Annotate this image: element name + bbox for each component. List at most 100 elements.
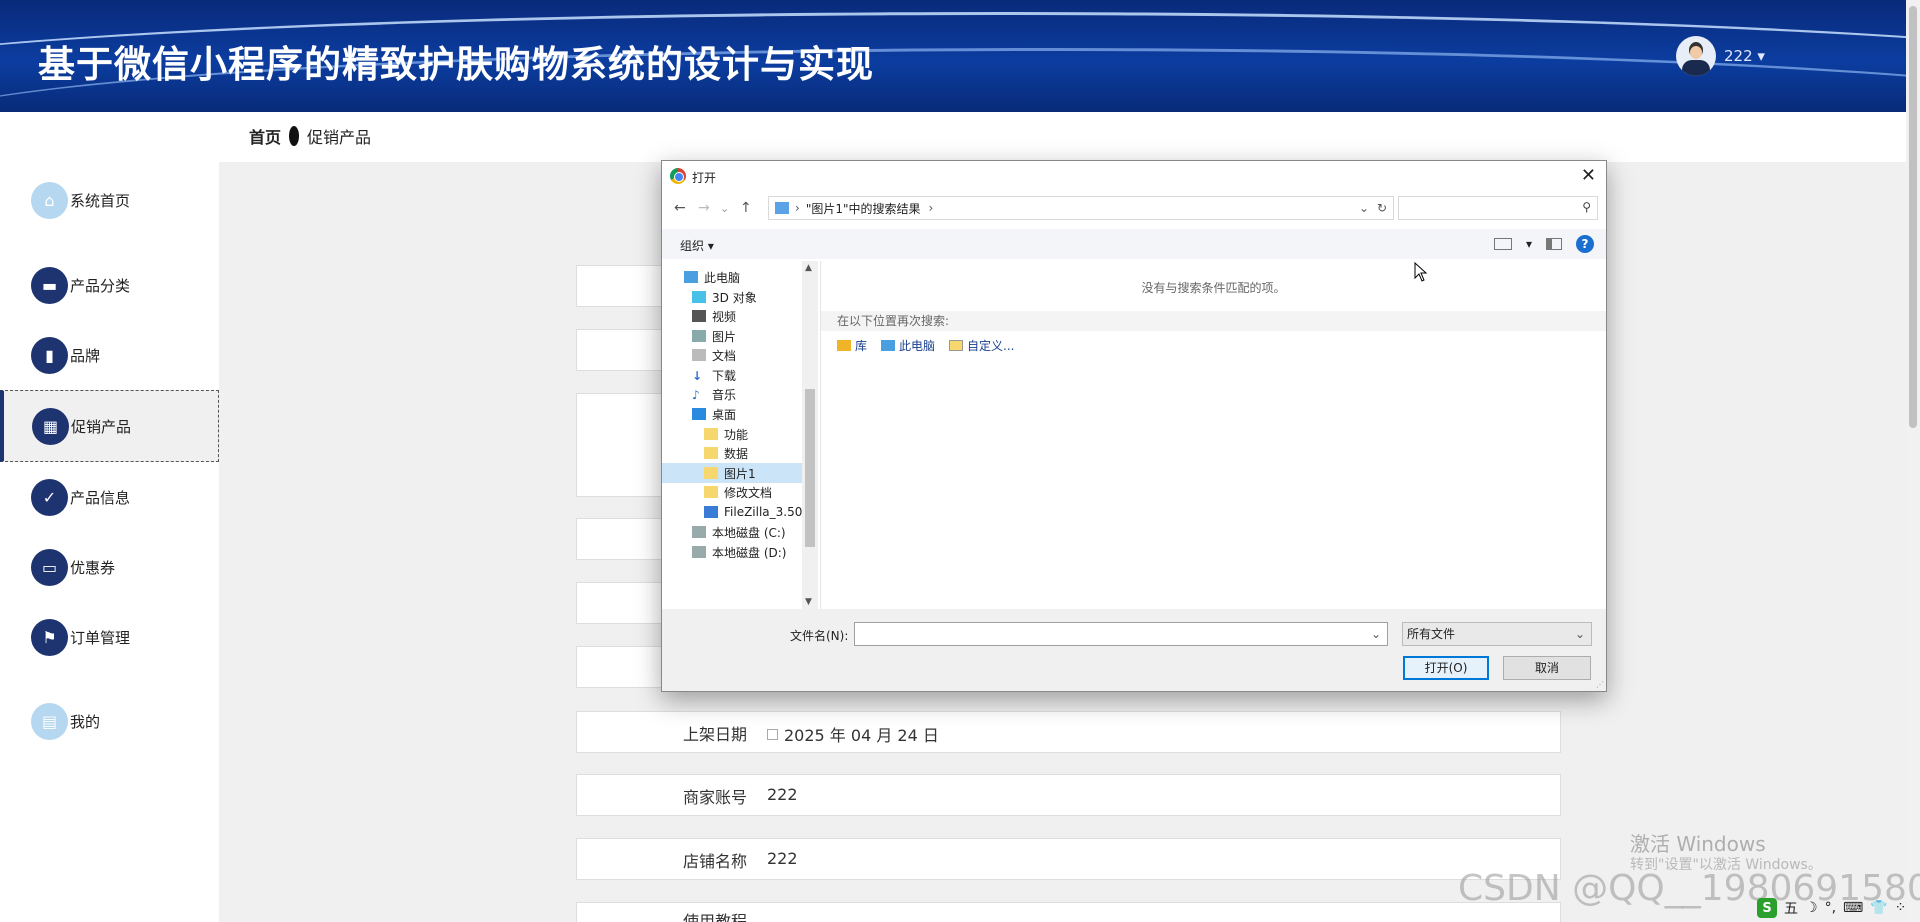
tree-item[interactable]: 视频 bbox=[692, 306, 736, 326]
computer-icon bbox=[684, 271, 698, 283]
refresh-icon[interactable]: ↻ bbox=[1377, 201, 1387, 215]
sidebar-item-promotion[interactable]: ▦ 促销产品 bbox=[0, 390, 219, 462]
grid-icon: ▦ bbox=[32, 407, 69, 445]
preview-pane-icon[interactable] bbox=[1546, 238, 1562, 250]
breadcrumb-bar: 首页 促销产品 bbox=[219, 112, 1906, 162]
scroll-down-icon[interactable]: ▼ bbox=[805, 597, 812, 607]
form-row-tutorial: 使用教程 bbox=[576, 902, 1561, 922]
tree-item[interactable]: 功能 bbox=[704, 424, 748, 444]
field-label: 使用教程 bbox=[682, 912, 747, 922]
filename-input[interactable]: ⌄ bbox=[854, 622, 1388, 646]
sidebar-item-mine[interactable]: ▤ 我的 bbox=[0, 686, 219, 756]
recent-dropdown[interactable]: ⌄ bbox=[720, 202, 729, 215]
chevron-down-icon[interactable]: ⌄ bbox=[1371, 627, 1381, 641]
sidebar-item-brand[interactable]: ▮ 品牌 bbox=[0, 320, 219, 390]
tree-item[interactable]: ↓ 下载 bbox=[692, 365, 736, 385]
tree-item[interactable]: FileZilla_3.50.0 bbox=[704, 502, 814, 522]
sidebar-item-product-info[interactable]: ✓ 产品信息 bbox=[0, 462, 219, 532]
sidebar-item-category[interactable]: ▬ 产品分类 bbox=[0, 250, 219, 320]
skin-icon[interactable]: 👕 bbox=[1870, 900, 1887, 916]
results-pane: 没有与搜索条件匹配的项。 在以下位置再次搜索: 库 此电脑 自定义... bbox=[820, 261, 1606, 609]
search-folder-icon bbox=[775, 202, 789, 214]
tree-scroll-thumb[interactable] bbox=[805, 389, 815, 547]
search-input[interactable]: ⚲ bbox=[1398, 196, 1598, 220]
scroll-up-icon[interactable]: ▲ bbox=[805, 263, 812, 273]
form-row-listing-date: 上架日期 2025 年 04 月 24 日 bbox=[576, 711, 1561, 753]
field-label: 商家账号 bbox=[682, 788, 747, 807]
filezilla-icon bbox=[704, 506, 718, 518]
no-results-text: 没有与搜索条件匹配的项。 bbox=[1141, 281, 1286, 295]
open-button[interactable]: 打开(O) bbox=[1403, 656, 1489, 680]
sidebar-item-label: 产品信息 bbox=[70, 488, 131, 507]
tree-item[interactable]: 图片 bbox=[692, 326, 736, 346]
up-button[interactable]: ↑ bbox=[740, 200, 752, 216]
sidebar-item-label: 系统首页 bbox=[70, 191, 131, 210]
view-dropdown-icon[interactable]: ▾ bbox=[1526, 237, 1532, 251]
tree-item[interactable]: 桌面 bbox=[692, 404, 736, 424]
ime-toolbar: S 五 ☽ °, ⌨ 👕 ⁘ bbox=[1757, 898, 1906, 918]
forward-button[interactable]: → bbox=[698, 200, 710, 216]
sidebar-item-label: 产品分类 bbox=[70, 276, 131, 295]
drive-icon bbox=[692, 546, 706, 558]
avatar[interactable] bbox=[1676, 36, 1716, 76]
close-button[interactable]: ✕ bbox=[1581, 165, 1596, 186]
sidebar-item-label: 订单管理 bbox=[70, 628, 131, 647]
tree-item[interactable]: ♪ 音乐 bbox=[692, 384, 736, 404]
sidebar-item-orders[interactable]: ⚑ 订单管理 bbox=[0, 602, 219, 672]
date-value: 2025 年 04 月 24 日 bbox=[784, 726, 939, 745]
cube-icon bbox=[692, 291, 706, 303]
search-pc-link[interactable]: 此电脑 bbox=[881, 337, 935, 354]
chevron-down-icon: ⌄ bbox=[1574, 627, 1585, 641]
tree-scrollbar[interactable]: ▲ ▼ bbox=[802, 261, 818, 609]
moon-icon[interactable]: ☽ bbox=[1805, 900, 1818, 916]
dialog-footer: 文件名(N): ⌄ 所有文件 ⌄ 打开(O) 取消 ⋰ bbox=[662, 609, 1606, 691]
filetype-select[interactable]: 所有文件 ⌄ bbox=[1402, 622, 1592, 646]
chevron-down-icon[interactable]: ⌄ bbox=[1359, 201, 1369, 215]
tree-item[interactable]: 修改文档 bbox=[704, 482, 772, 502]
tree-item[interactable]: 文档 bbox=[692, 345, 736, 365]
cancel-button[interactable]: 取消 bbox=[1503, 656, 1591, 680]
path-text: "图片1"中的搜索结果 bbox=[805, 201, 921, 216]
sidebar-item-home[interactable]: ⌂ 系统首页 bbox=[0, 165, 219, 235]
organize-menu[interactable]: 组织 ▾ bbox=[680, 237, 714, 254]
sogou-icon[interactable]: S bbox=[1757, 898, 1777, 918]
custom-icon bbox=[949, 340, 964, 351]
sidebar-item-label: 促销产品 bbox=[71, 417, 132, 436]
path-input[interactable]: › "图片1"中的搜索结果 › ⌄ ↻ bbox=[768, 196, 1394, 220]
sidebar-item-label: 品牌 bbox=[70, 346, 101, 365]
dialog-toolbar: 组织 ▾ ▾ ? bbox=[662, 229, 1606, 259]
date-field[interactable]: 2025 年 04 月 24 日 bbox=[767, 722, 939, 746]
search-library-link[interactable]: 库 bbox=[837, 337, 867, 354]
tree-item[interactable]: 3D 对象 bbox=[692, 287, 757, 307]
picture-icon bbox=[692, 330, 706, 342]
search-custom-link[interactable]: 自定义... bbox=[949, 337, 1014, 354]
folder-tree: 此电脑 3D 对象 视频 图片 文档 ↓ 下载 ♪ 音乐 桌面 功能 数据 图片1 … bbox=[662, 261, 820, 609]
field-label: 店铺名称 bbox=[682, 852, 747, 871]
tree-item[interactable]: 此电脑 bbox=[684, 267, 740, 287]
tree-item[interactable]: 本地磁盘 (C:) bbox=[692, 522, 786, 542]
resize-grip[interactable]: ⋰ bbox=[1596, 680, 1604, 689]
help-icon[interactable]: ? bbox=[1576, 235, 1594, 253]
keyboard-icon[interactable]: ⌨ bbox=[1843, 900, 1863, 916]
tree-item[interactable]: 本地磁盘 (D:) bbox=[692, 542, 786, 562]
ime-mode[interactable]: 五 bbox=[1784, 898, 1798, 918]
view-icon[interactable] bbox=[1493, 238, 1512, 250]
form-row-shop-name: 店铺名称 222 bbox=[576, 838, 1561, 880]
video-icon bbox=[692, 310, 706, 322]
dialog-titlebar[interactable]: 打开 ✕ bbox=[662, 161, 1606, 191]
punctuation-icon[interactable]: °, bbox=[1825, 900, 1836, 916]
page-scrollbar[interactable] bbox=[1906, 0, 1920, 922]
ticket-icon: ▭ bbox=[31, 548, 68, 586]
sidebar-item-coupon[interactable]: ▭ 优惠券 bbox=[0, 532, 219, 602]
scrollbar-thumb[interactable] bbox=[1909, 6, 1917, 428]
open-file-dialog: 打开 ✕ ← → ⌄ ↑ › "图片1"中的搜索结果 › ⌄ ↻ ⚲ 组织 ▾ … bbox=[661, 160, 1607, 692]
user-menu[interactable]: 222 ▾ bbox=[1724, 47, 1765, 65]
breadcrumb-home[interactable]: 首页 bbox=[249, 124, 281, 148]
tree-item-selected[interactable]: 图片1 bbox=[662, 463, 802, 483]
home-icon: ⌂ bbox=[31, 181, 68, 219]
back-button[interactable]: ← bbox=[674, 200, 686, 216]
chrome-icon bbox=[670, 168, 686, 184]
date-checkbox[interactable] bbox=[767, 728, 778, 740]
grid-menu-icon[interactable]: ⁘ bbox=[1895, 900, 1907, 916]
tree-item[interactable]: 数据 bbox=[704, 443, 748, 463]
